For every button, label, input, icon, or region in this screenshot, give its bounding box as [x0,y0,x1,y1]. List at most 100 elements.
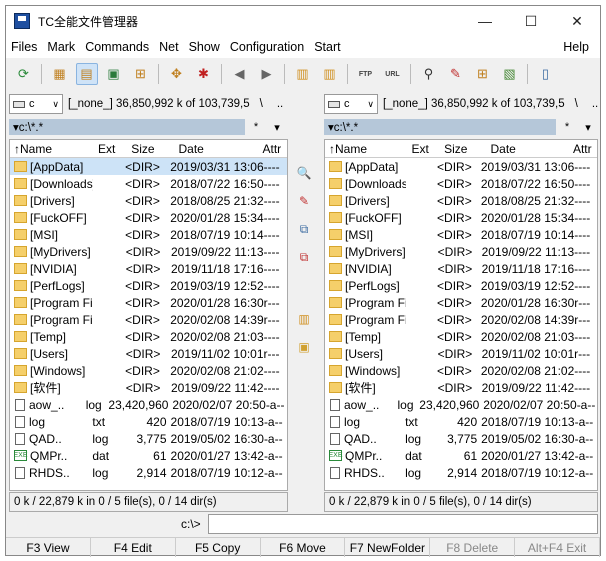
table-row[interactable]: QAD.. log 3,775 2019/05/02 16:30 -a-- [325,430,597,447]
table-row[interactable]: [软件] <DIR> 2019/09/22 11:42 ---- [325,379,597,396]
left-col-attr[interactable]: Attr [263,142,288,156]
invert-selection-icon[interactable]: ✥ [166,63,188,85]
menu-commands[interactable]: Commands [80,40,154,54]
menu-show[interactable]: Show [184,40,225,54]
forward-icon[interactable]: ▶ [256,63,278,85]
table-row[interactable]: [MyDrivers] <DIR> 2019/09/22 11:13 ---- [325,243,597,260]
fkey-f8-delete[interactable]: F8 Delete [430,538,516,557]
left-root-button[interactable]: \ [260,98,263,110]
thumbnail-view-icon[interactable]: ▣ [103,63,125,85]
right-col-date[interactable]: Date [491,142,573,156]
maximize-button[interactable]: ☐ [508,6,554,36]
table-row[interactable]: [Program Fil..] <DIR> 2020/02/08 14:39r--- [10,311,287,328]
table-row[interactable]: aow_.. log 23,420,960 2020/02/07 20:50 -a-- [325,396,597,413]
table-row[interactable]: RHDS.. log 2,914 2018/07/19 10:12 -a-- [10,464,287,481]
table-row[interactable]: [NVIDIA] <DIR> 2019/11/18 17:16 ---- [10,260,287,277]
right-path[interactable]: ▾c:\*.* [324,119,556,135]
table-row[interactable]: [AppData] <DIR> 2019/03/31 13:06 ---- [10,158,287,175]
fkey-f6-move[interactable]: F6 Move [261,538,346,557]
table-row[interactable]: [Temp] <DIR> 2020/02/08 21:03 ---- [325,328,597,345]
table-row[interactable]: [Program Fil..] <DIR> 2020/01/28 16:30r--- [10,294,287,311]
tree-view-icon[interactable]: ⊞ [130,63,152,85]
new-folder-icon[interactable]: ▣ [293,336,315,358]
unpack-icon[interactable]: ▥ [319,63,341,85]
right-col-ext[interactable]: Ext [411,142,444,156]
table-row[interactable]: QAD.. log 3,775 2019/05/02 16:30 -a-- [10,430,287,447]
pack-files-icon[interactable]: ▥ [293,308,315,330]
menu-start[interactable]: Start [309,40,345,54]
ftp-icon[interactable]: FTP [355,63,377,85]
right-up-button[interactable]: .. [592,98,598,110]
menu-configuration[interactable]: Configuration [225,40,309,54]
right-col-attr[interactable]: Attr [573,142,597,156]
select-all-icon[interactable]: ✱ [193,63,215,85]
url-icon[interactable]: URL [382,63,404,85]
table-row[interactable]: [MyDrivers] <DIR> 2019/09/22 11:13 ---- [10,243,287,260]
fkey-f5-copy[interactable]: F5 Copy [176,538,261,557]
left-file-panel[interactable]: ↑Name Ext Size Date Attr [AppData] <DIR> 2019/0… [9,139,288,491]
left-history-button[interactable]: ▾ [267,121,287,134]
table-row[interactable]: [FuckOFF] <DIR> 2020/01/28 15:34 ---- [10,209,287,226]
brief-view-icon[interactable]: ▦ [49,63,71,85]
move-icon[interactable]: ⧉ [293,246,315,268]
fkey-f7-newfolder[interactable]: F7 NewFolder [345,538,431,557]
menu-help[interactable]: Help [558,40,594,54]
left-col-size[interactable]: Size [131,142,178,156]
table-row[interactable]: [PerfLogs] <DIR> 2019/03/19 12:52 ---- [325,277,597,294]
table-row[interactable]: aow_.. log 23,420,960 2020/02/07 20:50 -a-- [10,396,287,413]
compare-icon[interactable]: ▧ [499,63,521,85]
table-row[interactable]: [Windows] <DIR> 2020/02/08 21:02 ---- [10,362,287,379]
table-row[interactable]: [PerfLogs] <DIR> 2019/03/19 12:52 ---- [10,277,287,294]
right-col-name[interactable]: ↑Name [325,142,411,156]
table-row[interactable]: [Users] <DIR> 2019/11/02 10:01 r--- [10,345,287,362]
fkey-alt-f4-exit[interactable]: Alt+F4 Exit [515,538,601,557]
menu-net[interactable]: Net [154,40,183,54]
left-filter[interactable]: * [245,121,267,134]
table-row[interactable]: [NVIDIA] <DIR> 2019/11/18 17:16 ---- [325,260,597,277]
sync-dirs-icon[interactable]: ⊞ [472,63,494,85]
right-root-button[interactable]: \ [575,98,578,110]
table-row[interactable]: [Drivers] <DIR> 2018/08/25 21:32 ---- [325,192,597,209]
left-col-name[interactable]: ↑Name [10,142,98,156]
table-row[interactable]: RHDS.. log 2,914 2018/07/19 10:12 -a-- [325,464,597,481]
table-row[interactable]: [Downloads] <DIR> 2018/07/22 16:50 ---- [325,175,597,192]
table-row[interactable]: log txt 420 2018/07/19 10:13 -a-- [10,413,287,430]
table-row[interactable]: EXE QMPr.. dat 61 2020/01/27 13:42 -a-- [325,447,597,464]
table-row[interactable]: [Program Fil..] <DIR> 2020/01/28 16:30r--- [325,294,597,311]
left-up-button[interactable]: .. [277,98,283,110]
table-row[interactable]: [Windows] <DIR> 2020/02/08 21:02 ---- [325,362,597,379]
minimize-button[interactable]: — [462,6,508,36]
left-col-ext[interactable]: Ext [98,142,131,156]
table-row[interactable]: log txt 420 2018/07/19 10:13 -a-- [325,413,597,430]
table-row[interactable]: [Users] <DIR> 2019/11/02 10:01 r--- [325,345,597,362]
table-row[interactable]: [FuckOFF] <DIR> 2020/01/28 15:34 ---- [325,209,597,226]
pack-icon[interactable]: ▥ [292,63,314,85]
right-filter[interactable]: * [556,121,578,134]
table-row[interactable]: EXE QMPr.. dat 61 2020/01/27 13:42 -a-- [10,447,287,464]
right-col-size[interactable]: Size [444,142,490,156]
table-row[interactable]: [Drivers] <DIR> 2018/08/25 21:32 ---- [10,192,287,209]
left-col-date[interactable]: Date [179,142,263,156]
table-row[interactable]: [软件] <DIR> 2019/09/22 11:42 ---- [10,379,287,396]
left-drive-select[interactable]: c ∨ [9,94,63,114]
command-input[interactable] [208,514,598,534]
left-path[interactable]: ▾c:\*.* [9,119,245,135]
table-row[interactable]: [Temp] <DIR> 2020/02/08 21:03 ---- [10,328,287,345]
menu-files[interactable]: Files [6,40,42,54]
right-history-button[interactable]: ▾ [578,121,598,134]
right-drive-select[interactable]: c ∨ [324,94,378,114]
fkey-f4-edit[interactable]: F4 Edit [91,538,176,557]
table-row[interactable]: [Program Fil..] <DIR> 2020/02/08 14:39r--- [325,311,597,328]
copy-icon[interactable]: ⧉ [293,218,315,240]
view-icon[interactable]: 🔍 [293,162,315,184]
multi-rename-icon[interactable]: ✎ [445,63,467,85]
right-file-panel[interactable]: ↑Name Ext Size Date Attr [AppData] <DIR> 2019/0… [324,139,598,491]
table-row[interactable]: [AppData] <DIR> 2019/03/31 13:06 ---- [325,158,597,175]
full-view-icon[interactable]: ▤ [75,63,98,85]
back-icon[interactable]: ◀ [229,63,251,85]
notepad-icon[interactable]: ▯ [535,63,557,85]
table-row[interactable]: [MSI] <DIR> 2018/07/19 10:14 ---- [325,226,597,243]
edit-icon[interactable]: ✎ [293,190,315,212]
refresh-icon[interactable]: ⟳ [13,63,35,85]
menu-mark[interactable]: Mark [42,40,80,54]
